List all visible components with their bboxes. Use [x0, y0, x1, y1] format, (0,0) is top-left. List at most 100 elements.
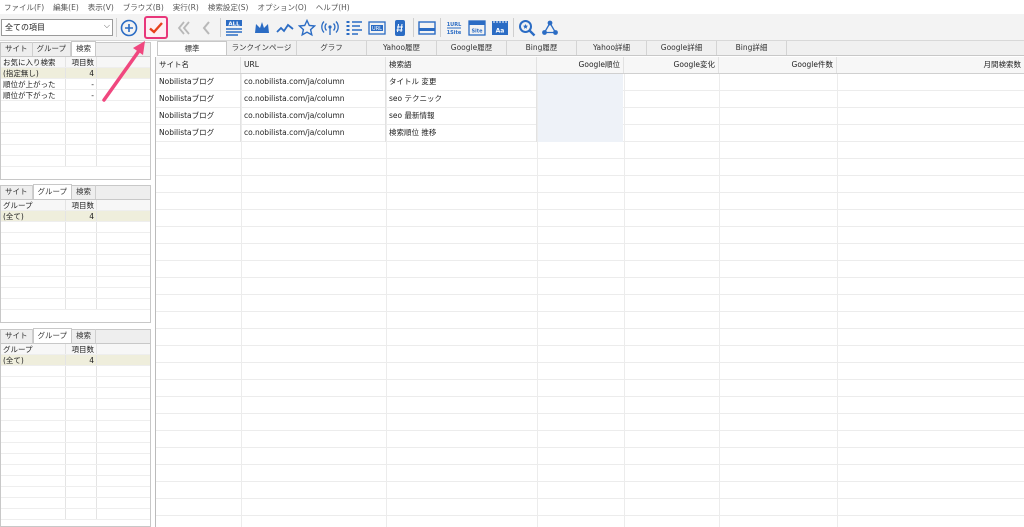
column-header-keyword[interactable]: 検索語 — [386, 57, 537, 73]
tab-site[interactable]: サイト — [1, 329, 33, 343]
tab-google-detail[interactable]: Google詳細 — [647, 41, 717, 55]
toolbar: 全ての項目 ⌵ ALL URL 1URL 1Site Site Aa — [0, 14, 1024, 41]
list-header: お気に入り検索 項目数 — [1, 57, 150, 68]
left-panel-group-2: サイト グループ 検索 グループ 項目数 (全て) 4 — [0, 328, 151, 527]
column-header-url[interactable]: URL — [241, 57, 386, 73]
url-button[interactable]: URL — [367, 17, 387, 38]
list-item[interactable]: 順位が上がった - — [1, 79, 150, 90]
cell-url: co.nobilista.com/ja/column — [241, 91, 386, 108]
cell-site: Nobilistaブログ — [156, 74, 241, 91]
list-item-count: - — [66, 90, 97, 100]
column-header-site[interactable]: サイト名 — [156, 57, 241, 73]
column-header[interactable]: 項目数 — [66, 344, 97, 354]
tab-yahoo-detail[interactable]: Yahoo詳細 — [577, 41, 647, 55]
column-header-monthly-search[interactable]: 月間検索数 — [837, 57, 1024, 73]
tab-group[interactable]: グループ — [32, 328, 73, 343]
font-button[interactable]: Aa — [490, 17, 510, 38]
list-item-label: (全て) — [1, 355, 66, 365]
tab-bing-detail[interactable]: Bing詳細 — [717, 41, 787, 55]
ranking-button[interactable] — [252, 17, 272, 38]
column-header[interactable]: お気に入り検索 — [1, 57, 66, 67]
search-button[interactable] — [517, 17, 537, 38]
show-all-button[interactable]: ALL — [224, 17, 244, 38]
tab-search[interactable]: 検索 — [72, 329, 97, 343]
add-circle-icon — [120, 19, 138, 36]
svg-text:Site: Site — [471, 28, 483, 34]
trend-button[interactable] — [275, 17, 295, 38]
column-header[interactable]: 項目数 — [66, 57, 97, 67]
table-row[interactable]: Nobilistaブログ co.nobilista.com/ja/column … — [156, 108, 1024, 125]
tab-standard[interactable]: 標準 — [157, 41, 227, 55]
menu-edit[interactable]: 編集(E) — [53, 2, 79, 13]
site-button[interactable]: Site — [467, 17, 487, 38]
column-header-google-change[interactable]: Google変化 — [624, 57, 719, 73]
url-icon: URL — [368, 20, 386, 35]
tab-bing-history[interactable]: Bing履歴 — [507, 41, 577, 55]
tab-yahoo-history[interactable]: Yahoo履歴 — [367, 41, 437, 55]
column-header[interactable]: グループ — [1, 200, 66, 210]
share-button[interactable] — [540, 17, 560, 38]
cell-url: co.nobilista.com/ja/column — [241, 125, 386, 142]
menu-view[interactable]: 表示(V) — [88, 2, 114, 13]
url-per-site-button[interactable]: 1URL 1Site — [444, 17, 464, 38]
cell-keyword: タイトル 変更 — [386, 74, 537, 91]
favorite-button[interactable] — [297, 17, 317, 38]
svg-text:1Site: 1Site — [447, 30, 462, 36]
column-header-google-count[interactable]: Google件数 — [719, 57, 837, 73]
sort-button[interactable] — [344, 17, 364, 38]
group-list: グループ 項目数 (全て) 4 — [1, 200, 150, 310]
tab-group[interactable]: グループ — [32, 184, 73, 199]
menu-file[interactable]: ファイル(F) — [4, 2, 44, 13]
list-item[interactable]: (全て) 4 — [1, 355, 150, 366]
list-item-label: 順位が下がった — [1, 90, 66, 100]
list-item[interactable]: (全て) 4 — [1, 211, 150, 222]
table-row[interactable]: Nobilistaブログ co.nobilista.com/ja/column … — [156, 91, 1024, 108]
table-row[interactable]: Nobilistaブログ co.nobilista.com/ja/column … — [156, 125, 1024, 142]
tab-group[interactable]: グループ — [33, 42, 72, 56]
first-button[interactable] — [174, 17, 194, 38]
tab-site[interactable]: サイト — [1, 185, 33, 199]
list-item[interactable]: 順位が下がった - — [1, 90, 150, 101]
menu-options[interactable]: オプション(O) — [257, 2, 306, 13]
cell-site: Nobilistaブログ — [156, 91, 241, 108]
item-filter-select[interactable]: 全ての項目 ⌵ — [1, 19, 113, 36]
crown-icon — [255, 21, 269, 33]
favorite-search-list: お気に入り検索 項目数 (指定無し) 4 順位が上がった - 順位が下がった - — [1, 57, 150, 167]
signal-button[interactable] — [320, 17, 340, 38]
tag-button[interactable] — [390, 17, 410, 38]
table-header-row: サイト名 URL 検索語 Google順位 Google変化 Google件数 … — [156, 57, 1024, 74]
cell-keyword: seo 最新情報 — [386, 108, 537, 125]
menu-help[interactable]: ヘルプ(H) — [316, 2, 350, 13]
tab-search[interactable]: 検索 — [71, 41, 97, 56]
list-header: グループ 項目数 — [1, 200, 150, 211]
menu-browse[interactable]: ブラウズ(B) — [123, 2, 164, 13]
item-filter-value: 全ての項目 — [5, 23, 45, 32]
previous-button[interactable] — [196, 17, 216, 38]
tab-search[interactable]: 検索 — [72, 185, 97, 199]
table-row[interactable]: Nobilistaブログ co.nobilista.com/ja/column … — [156, 74, 1024, 91]
list-item-label: (指定無し) — [1, 68, 66, 78]
check-rank-button[interactable] — [144, 16, 168, 39]
toolbar-separator — [513, 18, 514, 37]
left-panel-tabs: サイト グループ 検索 — [1, 41, 150, 57]
tab-google-history[interactable]: Google履歴 — [437, 41, 507, 55]
hashtag-icon — [395, 19, 405, 36]
cell-keyword: seo テクニック — [386, 91, 537, 108]
tab-site[interactable]: サイト — [1, 42, 33, 56]
list-item[interactable]: (指定無し) 4 — [1, 68, 150, 79]
left-icon — [202, 20, 210, 35]
menu-search-settings[interactable]: 検索設定(S) — [208, 2, 249, 13]
list-item-count: 4 — [66, 355, 97, 365]
svg-text:Aa: Aa — [496, 27, 505, 34]
column-header-google-rank[interactable]: Google順位 — [537, 57, 624, 73]
add-button[interactable] — [119, 17, 139, 38]
sort-list-icon — [346, 20, 362, 35]
window-layout-button[interactable] — [417, 17, 437, 38]
tab-rank-in-page[interactable]: ランクインページ — [227, 41, 297, 55]
column-header[interactable]: 項目数 — [66, 200, 97, 210]
site-icon: Site — [468, 19, 486, 36]
list-item-count: - — [66, 79, 97, 89]
tab-graph[interactable]: グラフ — [297, 41, 367, 55]
column-header[interactable]: グループ — [1, 344, 66, 354]
menu-run[interactable]: 実行(R) — [173, 2, 199, 13]
